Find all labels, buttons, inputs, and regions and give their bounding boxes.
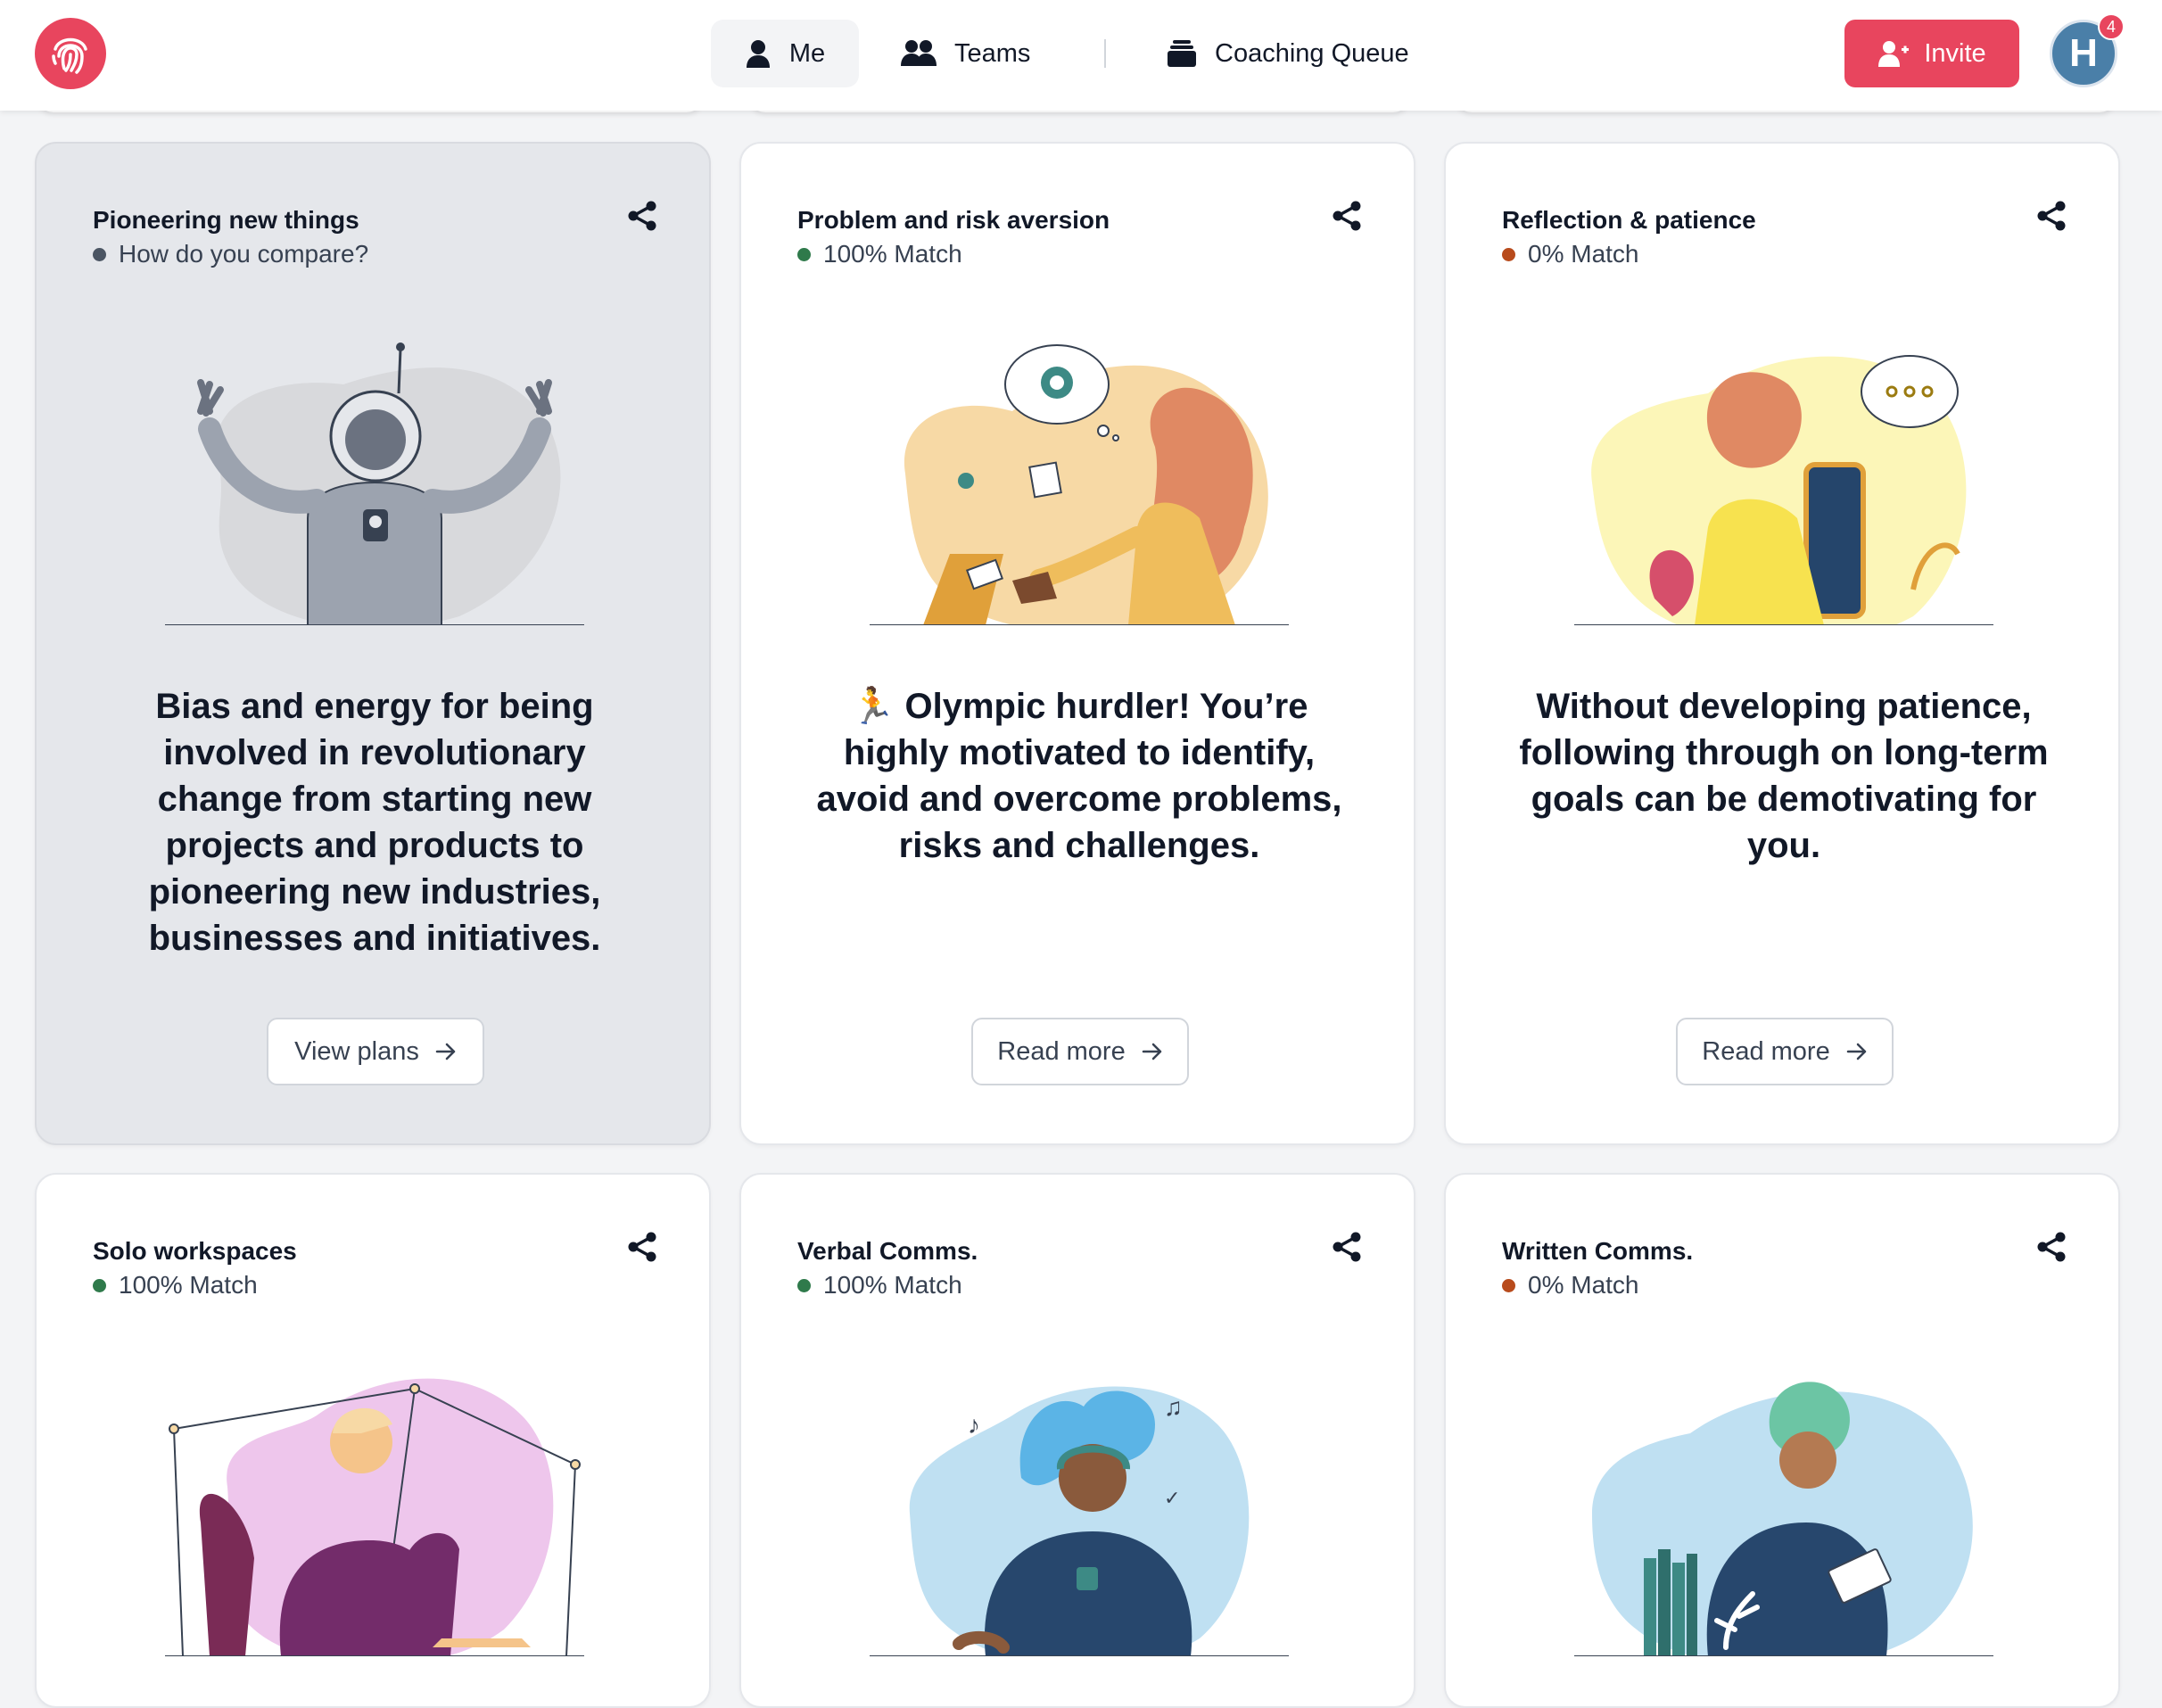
invite-button-label: Invite [1924, 38, 1986, 68]
card-description: 🏃 Olympic hurdler! You’re highly motivat… [816, 687, 1342, 865]
card-match-status: 100% Match [797, 1271, 962, 1300]
card-subtitle: 100% Match [823, 240, 962, 268]
notification-badge: 4 [2098, 13, 2125, 40]
read-more-label: Read more [997, 1036, 1126, 1066]
card-subtitle: 0% Match [1528, 1271, 1639, 1299]
share-icon[interactable] [2036, 1232, 2067, 1267]
trait-card-written-comms[interactable]: Written Comms. 0% Match [1444, 1173, 2120, 1708]
card-title: Verbal Comms. [797, 1237, 978, 1265]
trait-card-solo-workspaces[interactable]: Solo workspaces 100% Match [35, 1173, 711, 1708]
share-icon[interactable] [627, 1232, 657, 1267]
read-more-label: Read more [1702, 1036, 1830, 1066]
card-title: Problem and risk aversion [797, 206, 1110, 234]
share-icon[interactable] [2036, 201, 2067, 235]
headphones-listener-illustration: ♪ ♫ ✓ [870, 1386, 1289, 1656]
top-navigation-bar: Me Teams Coaching Queue Invite H 4 [0, 0, 2162, 111]
card-match-status: 100% Match [93, 1271, 258, 1300]
nav-tab-teams[interactable]: Teams [901, 20, 1030, 87]
card-title: Reflection & patience [1502, 206, 1756, 234]
fingerprint-logo-icon[interactable] [35, 18, 106, 89]
arrow-right-icon [1142, 1043, 1163, 1060]
card-subtitle: 0% Match [1528, 240, 1639, 268]
view-plans-label: View plans [294, 1036, 419, 1066]
status-dot [797, 247, 811, 261]
trait-card-pioneering[interactable]: Pioneering new things How do you compare… [35, 142, 711, 1145]
card-title: Pioneering new things [93, 206, 359, 234]
card-subtitle: 100% Match [823, 1271, 962, 1299]
arrow-right-icon [1846, 1043, 1868, 1060]
team-icon [901, 39, 937, 68]
share-icon[interactable] [1332, 1232, 1362, 1267]
svg-text:♫: ♫ [1164, 1393, 1183, 1421]
notification-count: 4 [2106, 17, 2116, 36]
invite-button[interactable]: Invite [1844, 20, 2019, 87]
card-title: Solo workspaces [93, 1237, 297, 1265]
card-subtitle: 100% Match [119, 1271, 258, 1299]
card-subtitle: How do you compare? [119, 240, 369, 268]
card-match-status: 0% Match [1502, 1271, 1639, 1300]
trait-card-problem-risk-aversion[interactable]: Problem and risk aversion 100% Match 🏃 O… [739, 142, 1415, 1145]
user-icon [745, 39, 772, 68]
card-match-status: How do you compare? [93, 240, 368, 268]
thinking-woman-illustration [1574, 355, 1993, 625]
nav-tab-coaching-queue-label: Coaching Queue [1215, 38, 1409, 68]
status-dot [1502, 1278, 1515, 1292]
trait-card-reflection-patience[interactable]: Reflection & patience 0% Match Without d… [1444, 142, 2120, 1145]
card-match-status: 0% Match [1502, 240, 1639, 268]
share-icon[interactable] [1332, 201, 1362, 235]
nav-divider [1104, 39, 1106, 68]
desk-worker-illustration [870, 344, 1289, 625]
card-description: Without developing patience, following t… [1519, 687, 2049, 865]
nav-tab-coaching-queue[interactable]: Coaching Queue [1167, 20, 1409, 87]
trait-card-verbal-comms[interactable]: Verbal Comms. 100% Match ♪ ♫ ✓ [739, 1173, 1415, 1708]
card-match-status: 100% Match [797, 240, 962, 268]
svg-text:♪: ♪ [968, 1411, 980, 1439]
card-description: Bias and energy for being involved in re… [148, 687, 601, 958]
view-plans-button[interactable]: View plans [267, 1018, 484, 1085]
status-dot [797, 1278, 811, 1292]
solo-worker-illustration [165, 1378, 584, 1656]
reader-illustration [1574, 1382, 1993, 1656]
read-more-button[interactable]: Read more [1676, 1018, 1894, 1085]
inbox-stack-icon [1167, 39, 1197, 68]
avatar-initial: H [2069, 31, 2098, 75]
add-user-icon [1877, 40, 1910, 67]
status-dot [93, 1278, 106, 1292]
share-icon[interactable] [627, 201, 657, 235]
status-dot [93, 247, 106, 261]
status-dot [1502, 247, 1515, 261]
nav-tab-teams-label: Teams [954, 38, 1031, 68]
arrow-right-icon [435, 1043, 457, 1060]
read-more-button[interactable]: Read more [971, 1018, 1189, 1085]
nav-tab-me[interactable]: Me [711, 20, 859, 87]
nav-tab-me-label: Me [788, 38, 826, 68]
card-title: Written Comms. [1502, 1237, 1694, 1265]
astronaut-illustration [165, 342, 584, 625]
svg-text:✓: ✓ [1164, 1487, 1180, 1509]
